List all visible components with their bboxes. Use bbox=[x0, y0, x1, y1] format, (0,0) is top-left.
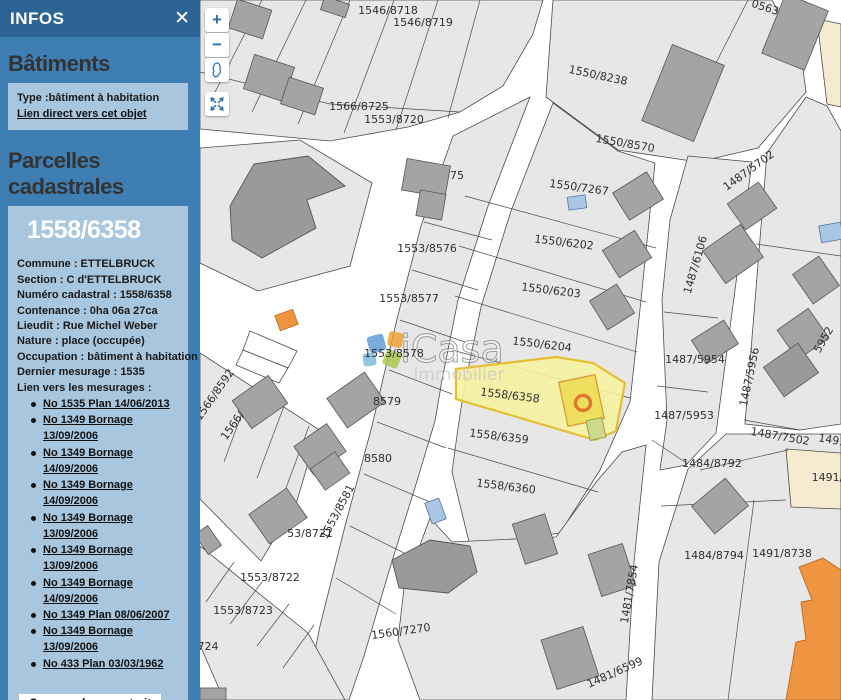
zoom-in-button[interactable]: + bbox=[205, 8, 229, 32]
building-blue[interactable] bbox=[567, 195, 587, 210]
mesurage-list: No 1535 Plan 14/06/2013No 1349 Bornage 1… bbox=[17, 396, 179, 672]
green-outbuilding[interactable] bbox=[586, 418, 606, 441]
mesurage-item: No 433 Plan 03/03/1962 bbox=[17, 656, 179, 672]
mesurage-item: No 1349 Plan 08/06/2007 bbox=[17, 607, 179, 623]
parcel-label: 1553/8578 bbox=[364, 347, 424, 360]
mesurage-item: No 1349 Bornage 13/09/2006 bbox=[17, 623, 179, 655]
building-shape[interactable] bbox=[200, 688, 226, 700]
parcel-label: 1553/8576 bbox=[397, 242, 457, 255]
panel-title: INFOS bbox=[10, 9, 64, 29]
mesurage-link[interactable]: No 1349 Plan 08/06/2007 bbox=[43, 607, 170, 623]
batiments-box: Type :bâtiment à habitation Lien direct … bbox=[8, 83, 188, 130]
parcel-label: 1487/5954 bbox=[665, 353, 725, 366]
mesurage-item: No 1349 Bornage 14/09/2006 bbox=[17, 477, 179, 509]
batiments-direct-link[interactable]: Lien direct vers cet objet bbox=[17, 106, 147, 122]
mesurage-link[interactable]: No 1349 Bornage 13/09/2006 bbox=[43, 412, 179, 444]
mesurage-link[interactable]: No 1349 Bornage 13/09/2006 bbox=[43, 510, 179, 542]
building-blue[interactable] bbox=[819, 222, 841, 243]
luxembourg-outline-icon bbox=[208, 61, 226, 79]
close-icon[interactable]: ✕ bbox=[174, 9, 190, 28]
parcel-number: 1558/6358 bbox=[27, 216, 179, 245]
parcel-detail-line: Commune : ETTELBRUCK bbox=[17, 257, 179, 272]
parcel-label: 53/8721 bbox=[287, 527, 333, 540]
section-heading-batiments: Bâtiments bbox=[0, 37, 200, 83]
parcel-label: 1484/8794 bbox=[684, 549, 744, 562]
map-controls: + − bbox=[205, 8, 229, 117]
mesurage-item: No 1349 Bornage 13/09/2006 bbox=[17, 542, 179, 574]
parcel-detail-line: Section : C d'ETTELBRUCK bbox=[17, 273, 179, 288]
parcel-label: 1546/8719 bbox=[393, 16, 453, 29]
parcel-label: 1491/8 bbox=[812, 471, 841, 484]
map-svg[interactable]: iCasaimmobilier1546/87181546/87190563155… bbox=[200, 0, 841, 700]
parcel-label: 1553/8577 bbox=[379, 292, 439, 305]
minus-icon: − bbox=[212, 35, 222, 55]
parcel-label: 1553/8720 bbox=[364, 113, 424, 126]
mesurage-link[interactable]: No 1349 Bornage 13/09/2006 bbox=[43, 542, 179, 574]
mesurage-item: No 1349 Bornage 14/09/2006 bbox=[17, 575, 179, 607]
building-type-line: Type :bâtiment à habitation bbox=[17, 91, 179, 106]
parcel-label: 1553/8722 bbox=[240, 571, 300, 584]
mesurage-link[interactable]: No 1349 Bornage 14/09/2006 bbox=[43, 445, 179, 477]
plus-icon: + bbox=[212, 10, 222, 30]
parcel-detail-line: Nature : place (occupée) bbox=[17, 334, 179, 349]
parcel-label: 1487/5953 bbox=[654, 409, 714, 422]
parcel-detail-line: Lien vers les mesurages : bbox=[17, 381, 179, 396]
parcel-detail-line: Contenance : 0ha 06a 27ca bbox=[17, 304, 179, 319]
info-panel: INFOS ✕ Bâtiments Type :bâtiment à habit… bbox=[0, 0, 200, 700]
mesurage-item: No 1349 Bornage 14/09/2006 bbox=[17, 445, 179, 477]
parcel-label: 8579 bbox=[373, 395, 401, 408]
fullscreen-button[interactable] bbox=[205, 92, 229, 116]
parcel-details: Commune : ETTELBRUCKSection : C d'ETTELB… bbox=[17, 257, 179, 396]
parcel-label: 1484/8792 bbox=[682, 457, 742, 470]
mesurage-link[interactable]: No 1535 Plan 14/06/2013 bbox=[43, 396, 170, 412]
order-extract-button[interactable]: Commander un extrait bbox=[19, 694, 161, 700]
section-heading-parcelles: Parcelles cadastrales bbox=[0, 134, 200, 206]
parcel-label: 1553/8723 bbox=[213, 604, 273, 617]
parcelle-box: 1558/6358 Commune : ETTELBRUCKSection : … bbox=[8, 206, 188, 700]
parcel-label: 8580 bbox=[364, 452, 392, 465]
mesurage-item: No 1535 Plan 14/06/2013 bbox=[17, 396, 179, 412]
map-area[interactable]: iCasaimmobilier1546/87181546/87190563155… bbox=[200, 0, 841, 700]
building-shape[interactable] bbox=[416, 190, 446, 220]
parcel-detail-line: Numéro cadastral : 1558/6358 bbox=[17, 288, 179, 303]
mesurage-link[interactable]: No 1349 Bornage 13/09/2006 bbox=[43, 623, 179, 655]
parcel-label: 1566/8725 bbox=[329, 100, 389, 113]
parcel-detail-line: Lieudit : Rue Michel Weber bbox=[17, 319, 179, 334]
zoom-extent-button[interactable] bbox=[205, 58, 229, 82]
mesurage-link[interactable]: No 1349 Bornage 14/09/2006 bbox=[43, 477, 179, 509]
parcel-label: 724 bbox=[200, 640, 219, 653]
parcel-detail-line: Occupation : bâtiment à habitation bbox=[17, 350, 179, 365]
cadastre-viewer: iCasaimmobilier1546/87181546/87190563155… bbox=[0, 0, 841, 700]
mesurage-link[interactable]: No 433 Plan 03/03/1962 bbox=[43, 656, 163, 672]
parcel-label: 75 bbox=[450, 169, 464, 182]
zoom-out-button[interactable]: − bbox=[205, 33, 229, 57]
info-panel-header: INFOS ✕ bbox=[0, 0, 200, 37]
mesurage-item: No 1349 Bornage 13/09/2006 bbox=[17, 412, 179, 444]
mesurage-link[interactable]: No 1349 Bornage 14/09/2006 bbox=[43, 575, 179, 607]
parcel-label: 1491/8738 bbox=[752, 547, 812, 560]
mesurage-item: No 1349 Bornage 13/09/2006 bbox=[17, 510, 179, 542]
watermark-tagline: immobilier bbox=[414, 365, 505, 385]
expand-arrows-icon bbox=[208, 95, 226, 113]
parcel-detail-line: Dernier mesurage : 1535 bbox=[17, 365, 179, 380]
